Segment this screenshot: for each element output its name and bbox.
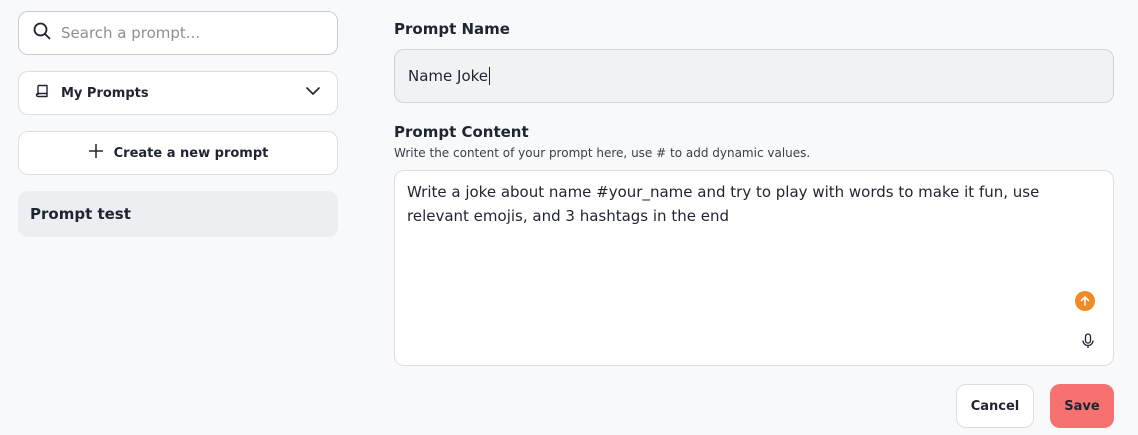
cancel-button[interactable]: Cancel	[956, 384, 1034, 428]
prompt-list-item[interactable]: Prompt test	[18, 191, 338, 237]
search-input[interactable]	[61, 24, 323, 42]
search-icon	[33, 22, 51, 44]
prompt-filter-label: My Prompts	[61, 85, 149, 101]
prompt-content-hint: Write the content of your prompt here, u…	[394, 146, 811, 160]
prompt-name-label: Prompt Name	[394, 20, 510, 38]
create-prompt-button[interactable]: Create a new prompt	[18, 131, 338, 175]
prompt-name-value: Name Joke	[408, 67, 489, 85]
prompt-content-label: Prompt Content	[394, 123, 529, 141]
text-caret	[489, 67, 491, 85]
chevron-down-icon	[305, 83, 321, 103]
microphone-icon[interactable]	[1081, 333, 1095, 353]
save-button[interactable]: Save	[1050, 384, 1114, 428]
form-actions: Cancel Save	[956, 384, 1114, 428]
prompt-list-item-label: Prompt test	[30, 205, 131, 223]
sidebar: My Prompts Create a new prompt Prompt te…	[18, 11, 338, 237]
prompt-content-textarea[interactable]: Write a joke about name #your_name and t…	[394, 170, 1114, 366]
book-icon	[35, 83, 51, 103]
create-prompt-label: Create a new prompt	[113, 145, 269, 161]
search-box[interactable]	[18, 11, 338, 55]
prompt-content-value: Write a joke about name #your_name and t…	[407, 183, 1040, 225]
prompt-editor: Prompt Name Name Joke Prompt Content Wri…	[394, 20, 1114, 428]
arrow-up-icon[interactable]	[1075, 291, 1095, 311]
prompt-name-field[interactable]: Name Joke	[394, 49, 1114, 103]
prompt-filter-select[interactable]: My Prompts	[18, 71, 338, 115]
plus-icon	[88, 143, 104, 163]
